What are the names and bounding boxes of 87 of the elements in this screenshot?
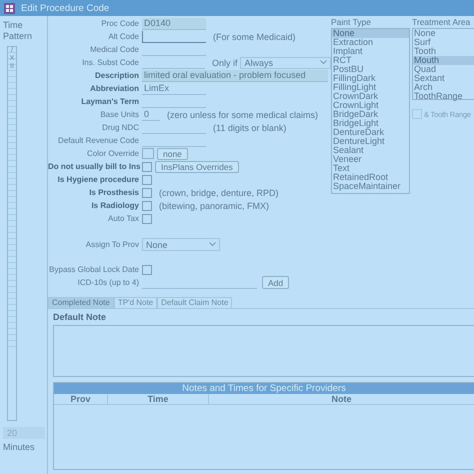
list-item[interactable]: CrownDark bbox=[332, 92, 409, 101]
provider-dropdown[interactable]: None bbox=[142, 238, 220, 251]
grid-title: Notes and Times for Specific Providers bbox=[54, 383, 474, 394]
list-item[interactable]: Tooth bbox=[413, 47, 474, 56]
note-text-area[interactable] bbox=[53, 325, 474, 377]
field-label: Is Prosthesis bbox=[88, 188, 139, 197]
field-label: Abbreviation bbox=[89, 84, 139, 93]
list-item[interactable]: ToothRange bbox=[413, 92, 474, 101]
list-item[interactable]: None bbox=[332, 29, 409, 38]
field-label: Description bbox=[94, 71, 139, 80]
paint-type-list[interactable]: None Extraction Implant RCT PostBU FillingDark FillingLight CrownDark CrownLight BridgeDark BridgeLight DentureDark DentureLight Sealant Veneer Text RetainedRoot SpaceMaintainer bbox=[331, 28, 410, 194]
field-label: Proc Code bbox=[100, 19, 139, 28]
field-label: Drug NDC bbox=[101, 123, 139, 132]
field-label: Ins. Subst Code bbox=[81, 58, 139, 67]
app-icon bbox=[4, 2, 15, 14]
field-label: Default Revenue Code bbox=[57, 136, 139, 145]
input-field[interactable]: limited oral evaluation - problem focused bbox=[142, 70, 328, 82]
color-swatch[interactable] bbox=[142, 148, 154, 159]
field-label: Color Override bbox=[86, 149, 139, 158]
column-header[interactable]: Time bbox=[108, 394, 209, 404]
list-item[interactable]: Implant bbox=[332, 47, 409, 56]
insplans-overrides-button[interactable]: InsPlans Overrides bbox=[155, 160, 239, 172]
list-item[interactable]: RCT bbox=[332, 56, 409, 65]
input-field[interactable]: D0140 bbox=[142, 18, 206, 30]
list-item[interactable]: FillingDark bbox=[332, 74, 409, 83]
list-item[interactable]: Text bbox=[332, 164, 409, 173]
field-label: Base Units bbox=[99, 110, 139, 119]
field-label: Assign To Prov bbox=[84, 240, 139, 249]
field-label: Is Radiology bbox=[90, 201, 139, 210]
field-label: Medical Code bbox=[89, 45, 139, 54]
field-label: Do not usually bill to Ins bbox=[48, 162, 139, 171]
hint-text: (bitewing, panoramic, FMX) bbox=[159, 200, 270, 210]
checkbox[interactable] bbox=[142, 200, 152, 210]
list-item[interactable]: None bbox=[413, 29, 474, 38]
hint-text: (For some Medicaid) bbox=[213, 32, 296, 42]
column-header[interactable]: Note bbox=[209, 394, 474, 404]
list-item[interactable]: CrownLight bbox=[332, 101, 409, 110]
list-item[interactable]: Mouth bbox=[413, 56, 474, 65]
list-item[interactable]: RetainedRoot bbox=[332, 173, 409, 182]
hint-text: (crown, bridge, denture, RPD) bbox=[159, 188, 279, 198]
checkbox[interactable] bbox=[142, 174, 152, 184]
list-item[interactable]: Extraction bbox=[332, 38, 409, 47]
field-label: Alt Code bbox=[107, 32, 139, 41]
list-item[interactable]: BridgeLight bbox=[332, 119, 409, 128]
list-item[interactable]: PostBU bbox=[332, 65, 409, 74]
field-label: ICD-10s (up to 4) bbox=[76, 278, 139, 287]
checkbox[interactable] bbox=[142, 188, 152, 198]
note-label: Default Note bbox=[53, 312, 108, 323]
list-item[interactable]: DentureDark bbox=[332, 128, 409, 137]
window-title: Edit Procedure Code bbox=[21, 2, 110, 14]
time-pattern-label: Time Pattern bbox=[3, 20, 33, 42]
minutes-label: Minutes bbox=[3, 442, 36, 453]
tab[interactable]: TP'd Note bbox=[114, 297, 158, 308]
field-label: Auto Tax bbox=[107, 214, 139, 223]
list-item[interactable]: Surf bbox=[413, 38, 474, 47]
input-field[interactable] bbox=[142, 30, 206, 42]
list-item[interactable]: Quad bbox=[413, 65, 474, 74]
treatment-area-list[interactable]: None Surf Tooth Mouth Quad Sextant Arch ToothRange bbox=[412, 28, 474, 100]
input-field[interactable]: 0 bbox=[142, 108, 160, 120]
field-label: Bypass Global Lock Date bbox=[48, 265, 139, 274]
only-if-label: Only if bbox=[212, 58, 238, 68]
checkbox[interactable] bbox=[142, 162, 152, 172]
field-label: Is Hygiene procedure bbox=[56, 175, 139, 184]
hint-text: (zero unless for some medical claims) bbox=[167, 110, 318, 120]
list-item[interactable]: Sextant bbox=[413, 74, 474, 83]
list-item[interactable]: FillingLight bbox=[332, 83, 409, 92]
list-label: Paint Type bbox=[331, 16, 372, 28]
color-none-button[interactable]: none bbox=[157, 148, 188, 160]
tab[interactable]: Completed Note bbox=[48, 297, 114, 308]
field-label: Layman's Term bbox=[80, 97, 139, 106]
chevron-icon bbox=[320, 60, 327, 65]
add-button[interactable]: Add bbox=[262, 276, 290, 289]
chevron-icon bbox=[209, 242, 216, 247]
list-item[interactable]: Veneer bbox=[332, 155, 409, 164]
list-label: Treatment Area bbox=[412, 16, 472, 28]
only-if-dropdown[interactable]: Always bbox=[240, 56, 331, 68]
column-header[interactable]: Prov bbox=[54, 394, 108, 404]
list-item[interactable]: DentureLight bbox=[332, 137, 409, 146]
list-item[interactable]: Sealant bbox=[332, 146, 409, 155]
input-field[interactable]: LimEx bbox=[142, 82, 206, 94]
list-item[interactable]: SpaceMaintainer bbox=[332, 182, 409, 191]
hint-text: (11 digits or blank) bbox=[213, 122, 286, 132]
checkbox[interactable] bbox=[142, 264, 152, 274]
checkbox[interactable] bbox=[142, 214, 152, 224]
list-item[interactable]: BridgeDark bbox=[332, 110, 409, 119]
tab[interactable]: Default Claim Note bbox=[157, 297, 232, 308]
list-item[interactable]: Arch bbox=[413, 83, 474, 92]
